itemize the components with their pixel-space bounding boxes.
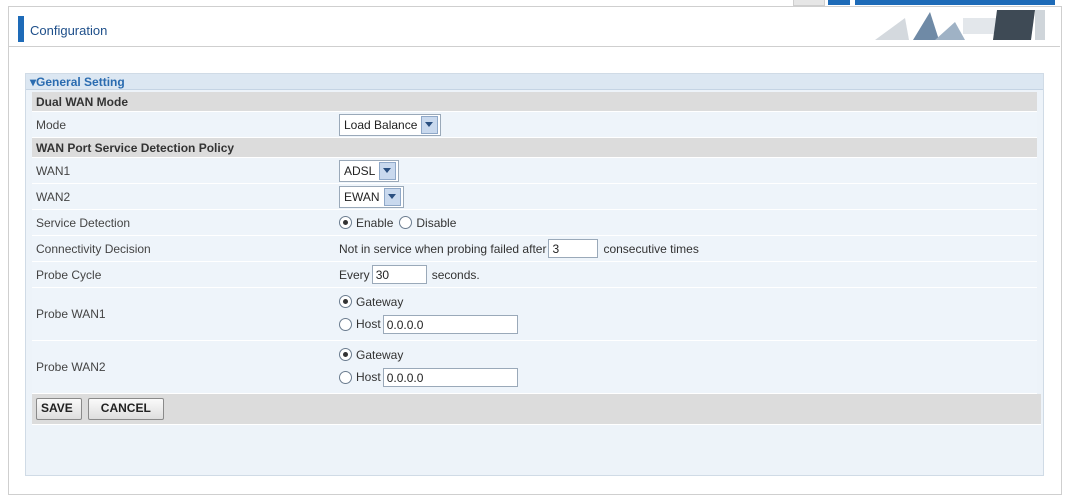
probe-wan2-host-label: Host — [356, 370, 381, 384]
monitor-illustration-icon — [875, 10, 1045, 40]
mode-label: Mode — [36, 117, 67, 132]
wan2-select-value: EWAN — [344, 189, 380, 204]
header-accent-bar — [18, 16, 24, 42]
section-title: WAN Port Service Detection Policy — [36, 140, 235, 155]
service-detection-label: Service Detection — [36, 215, 131, 230]
cancel-button[interactable]: CANCEL — [87, 398, 164, 420]
button-bar: SAVE CANCEL — [32, 394, 1041, 425]
connectivity-row: Connectivity Decision Not in service whe… — [32, 236, 1037, 262]
chevron-down-icon — [421, 115, 439, 134]
probe-wan1-label: Probe WAN1 — [36, 307, 106, 321]
mode-row: Mode Load Balance — [32, 112, 1037, 138]
probe-wan1-host-radio[interactable] — [339, 317, 352, 331]
connectivity-suffix: consecutive times — [603, 241, 699, 256]
top-tab-active[interactable] — [828, 0, 850, 5]
section-detection-policy: WAN Port Service Detection Policy — [32, 138, 1037, 158]
panel-header[interactable]: ▾General Setting — [26, 74, 1043, 90]
wan1-row: WAN1 ADSL — [32, 158, 1037, 184]
general-setting-panel: ▾General Setting Dual WAN Mode Mode Load… — [25, 73, 1044, 476]
enable-radio[interactable] — [339, 216, 352, 229]
wan2-label: WAN2 — [36, 189, 71, 204]
enable-label: Enable — [356, 215, 394, 230]
wan2-row: WAN2 EWAN — [32, 184, 1037, 210]
section-dual-wan: Dual WAN Mode — [32, 92, 1037, 112]
wan1-label: WAN1 — [36, 163, 71, 178]
probe-cycle-input[interactable]: 30 — [371, 265, 427, 284]
probe-wan1-gateway-label: Gateway — [356, 294, 404, 309]
probe-fail-count-input[interactable]: 3 — [548, 239, 599, 258]
probe-wan1-row: Probe WAN1 Gateway Host 0.0.0.0 — [32, 288, 1037, 341]
header-divider — [8, 46, 1060, 47]
connectivity-prefix: Not in service when probing failed after — [339, 241, 547, 256]
probe-wan1-host-label: Host — [356, 317, 381, 331]
page-title: Configuration — [30, 23, 108, 38]
probe-wan2-gateway-radio[interactable] — [339, 348, 352, 361]
probe-wan2-label: Probe WAN2 — [36, 360, 106, 374]
probe-wan2-host-radio[interactable] — [339, 370, 352, 384]
probe-wan2-gateway-label: Gateway — [356, 347, 404, 362]
disable-label: Disable — [416, 215, 457, 230]
mode-select-value: Load Balance — [344, 117, 418, 132]
probe-cycle-prefix: Every — [339, 267, 370, 282]
panel-title: ▾General Setting — [30, 75, 125, 89]
chevron-down-icon — [379, 161, 397, 180]
probe-wan2-host-input[interactable]: 0.0.0.0 — [382, 367, 518, 387]
chevron-down-icon — [383, 187, 401, 206]
probe-wan1-host-input[interactable]: 0.0.0.0 — [382, 314, 518, 334]
section-title: Dual WAN Mode — [36, 94, 128, 109]
probe-cycle-row: Probe Cycle Every 30 seconds. — [32, 262, 1037, 288]
probe-wan1-gateway-radio[interactable] — [339, 295, 352, 308]
wan1-select[interactable]: ADSL — [339, 159, 400, 182]
wan2-select[interactable]: EWAN — [339, 185, 404, 208]
service-detection-row: Service Detection Enable Disable — [32, 210, 1037, 236]
probe-wan2-row: Probe WAN2 Gateway Host 0.0.0.0 — [32, 341, 1037, 394]
disable-radio[interactable] — [399, 216, 413, 229]
top-tab-bar[interactable] — [855, 0, 1055, 5]
wan1-select-value: ADSL — [344, 163, 376, 178]
probe-cycle-label: Probe Cycle — [36, 267, 102, 282]
save-button[interactable]: SAVE — [36, 398, 82, 420]
probe-cycle-suffix: seconds. — [431, 267, 480, 282]
connectivity-label: Connectivity Decision — [36, 241, 151, 256]
mode-select[interactable]: Load Balance — [339, 113, 442, 136]
